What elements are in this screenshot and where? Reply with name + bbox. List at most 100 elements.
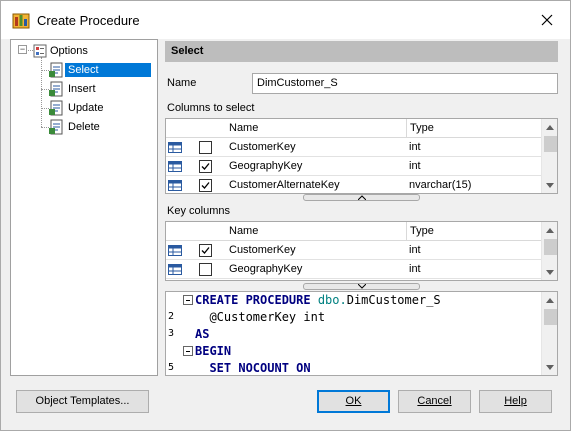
scroll-up-icon[interactable]: [542, 292, 557, 308]
code-line: 2 @CustomerKey int: [166, 309, 541, 326]
cancel-button[interactable]: Cancel: [398, 390, 471, 413]
fold-icon[interactable]: [183, 295, 193, 305]
name-input[interactable]: DimCustomer_S: [252, 73, 558, 94]
table-row[interactable]: CustomerKey int: [166, 138, 541, 157]
row-type: nvarchar(15): [409, 179, 472, 191]
tree-item-update[interactable]: Update: [49, 99, 106, 116]
check-icon: [201, 182, 210, 189]
tree-item-delete[interactable]: Delete: [49, 118, 103, 135]
line-number: 3: [168, 328, 175, 339]
columns-grid: Name Type CustomerKey int GeographyKey i…: [165, 118, 558, 194]
procedure-icon: [49, 81, 63, 96]
scroll-down-icon[interactable]: [542, 359, 557, 375]
code-object-name: DimCustomer_S: [346, 293, 441, 307]
tree-item-options[interactable]: Options: [33, 42, 91, 59]
table-row[interactable]: CustomerAlternateKey nvarchar(15): [166, 176, 541, 193]
code-keyword: CREATE PROCEDURE: [195, 293, 318, 307]
code-text: SET NOCOUNT ON: [195, 361, 311, 375]
create-procedure-dialog: Create Procedure − Options Select Insert…: [0, 0, 571, 431]
row-icon: [168, 245, 182, 256]
row-checkbox[interactable]: [199, 263, 212, 276]
grid-header: Name Type: [166, 222, 541, 241]
tree-item-insert[interactable]: Insert: [49, 80, 99, 97]
row-name: GeographyKey: [229, 263, 303, 275]
procedure-icon: [49, 119, 63, 134]
row-checkbox[interactable]: [199, 160, 212, 173]
section-header: Select: [165, 41, 558, 62]
row-icon: [168, 142, 182, 153]
app-icon: [12, 13, 30, 29]
row-icon: [168, 161, 182, 172]
vertical-scrollbar[interactable]: [541, 292, 557, 375]
help-button[interactable]: Help: [479, 390, 552, 413]
collapse-expander[interactable]: −: [18, 45, 27, 54]
cancel-button-label: Cancel: [417, 395, 452, 407]
row-name: CustomerKey: [229, 141, 296, 153]
table-row[interactable]: GeographyKey int: [166, 260, 541, 279]
window-title: Create Procedure: [37, 13, 140, 28]
vertical-scrollbar[interactable]: [541, 119, 557, 193]
row-type: int: [409, 141, 421, 153]
row-type: int: [409, 160, 421, 172]
column-header-name[interactable]: Name: [226, 119, 406, 138]
tree-item-label: Insert: [68, 82, 96, 95]
column-header-type[interactable]: Type: [406, 222, 541, 241]
help-button-label: Help: [504, 395, 527, 407]
row-type: int: [409, 244, 421, 256]
column-header-type[interactable]: Type: [406, 119, 541, 138]
scroll-down-icon[interactable]: [542, 264, 557, 280]
row-name: CustomerAlternateKey: [229, 179, 340, 191]
tree-root-label: Options: [50, 44, 88, 57]
procedure-icon: [49, 100, 63, 115]
tree-item-label: Update: [68, 101, 104, 114]
row-type: int: [409, 263, 421, 275]
fold-icon[interactable]: [183, 346, 193, 356]
chevron-down-icon: [357, 284, 366, 289]
line-number: 5: [168, 362, 175, 373]
row-checkbox[interactable]: [199, 244, 212, 257]
check-icon: [201, 247, 210, 254]
object-templates-button[interactable]: Object Templates...: [16, 390, 149, 413]
ok-button[interactable]: OK: [317, 390, 390, 413]
table-row[interactable]: GeographyKey int: [166, 157, 541, 176]
scroll-down-icon[interactable]: [542, 177, 557, 193]
close-button[interactable]: [531, 5, 563, 35]
sql-editor[interactable]: CREATE PROCEDURE dbo.DimCustomer_S 2 @Cu…: [165, 291, 558, 376]
row-checkbox[interactable]: [199, 179, 212, 192]
splitter-handle[interactable]: [303, 194, 420, 201]
options-tree: − Options Select Insert Update Delete: [10, 39, 158, 376]
tree-item-select[interactable]: Select: [49, 61, 151, 78]
splitter-handle[interactable]: [303, 283, 420, 290]
scroll-thumb[interactable]: [544, 239, 557, 255]
vertical-scrollbar[interactable]: [541, 222, 557, 280]
code-text: AS: [195, 327, 210, 341]
table-row[interactable]: CustomerKey int: [166, 241, 541, 260]
code-schema: dbo.: [317, 293, 347, 307]
code-text: @CustomerKey int: [195, 310, 326, 324]
scroll-up-icon[interactable]: [542, 119, 557, 135]
procedure-icon: [49, 62, 63, 77]
grid-header: Name Type: [166, 119, 541, 138]
row-icon: [168, 264, 182, 275]
scroll-thumb[interactable]: [544, 136, 557, 152]
close-icon: [541, 14, 553, 26]
check-icon: [201, 163, 210, 170]
options-icon: [33, 44, 47, 57]
name-label: Name: [167, 77, 197, 89]
row-name: CustomerKey: [229, 244, 296, 256]
chevron-up-icon: [357, 195, 366, 200]
row-icon: [168, 180, 182, 191]
code-line: 3 AS: [166, 326, 541, 343]
row-checkbox[interactable]: [199, 141, 212, 154]
code-line: BEGIN: [166, 343, 541, 360]
scroll-up-icon[interactable]: [542, 222, 557, 238]
scroll-thumb[interactable]: [544, 309, 557, 325]
title-bar: Create Procedure: [1, 1, 570, 39]
columns-to-select-label: Columns to select: [167, 102, 255, 114]
tree-item-label: Delete: [68, 120, 100, 133]
code-line: CREATE PROCEDURE dbo.DimCustomer_S: [166, 292, 541, 309]
ok-button-label: OK: [345, 395, 362, 407]
code-line: 5 SET NOCOUNT ON: [166, 360, 541, 375]
key-columns-grid: Name Type CustomerKey int GeographyKey i…: [165, 221, 558, 281]
column-header-name[interactable]: Name: [226, 222, 406, 241]
